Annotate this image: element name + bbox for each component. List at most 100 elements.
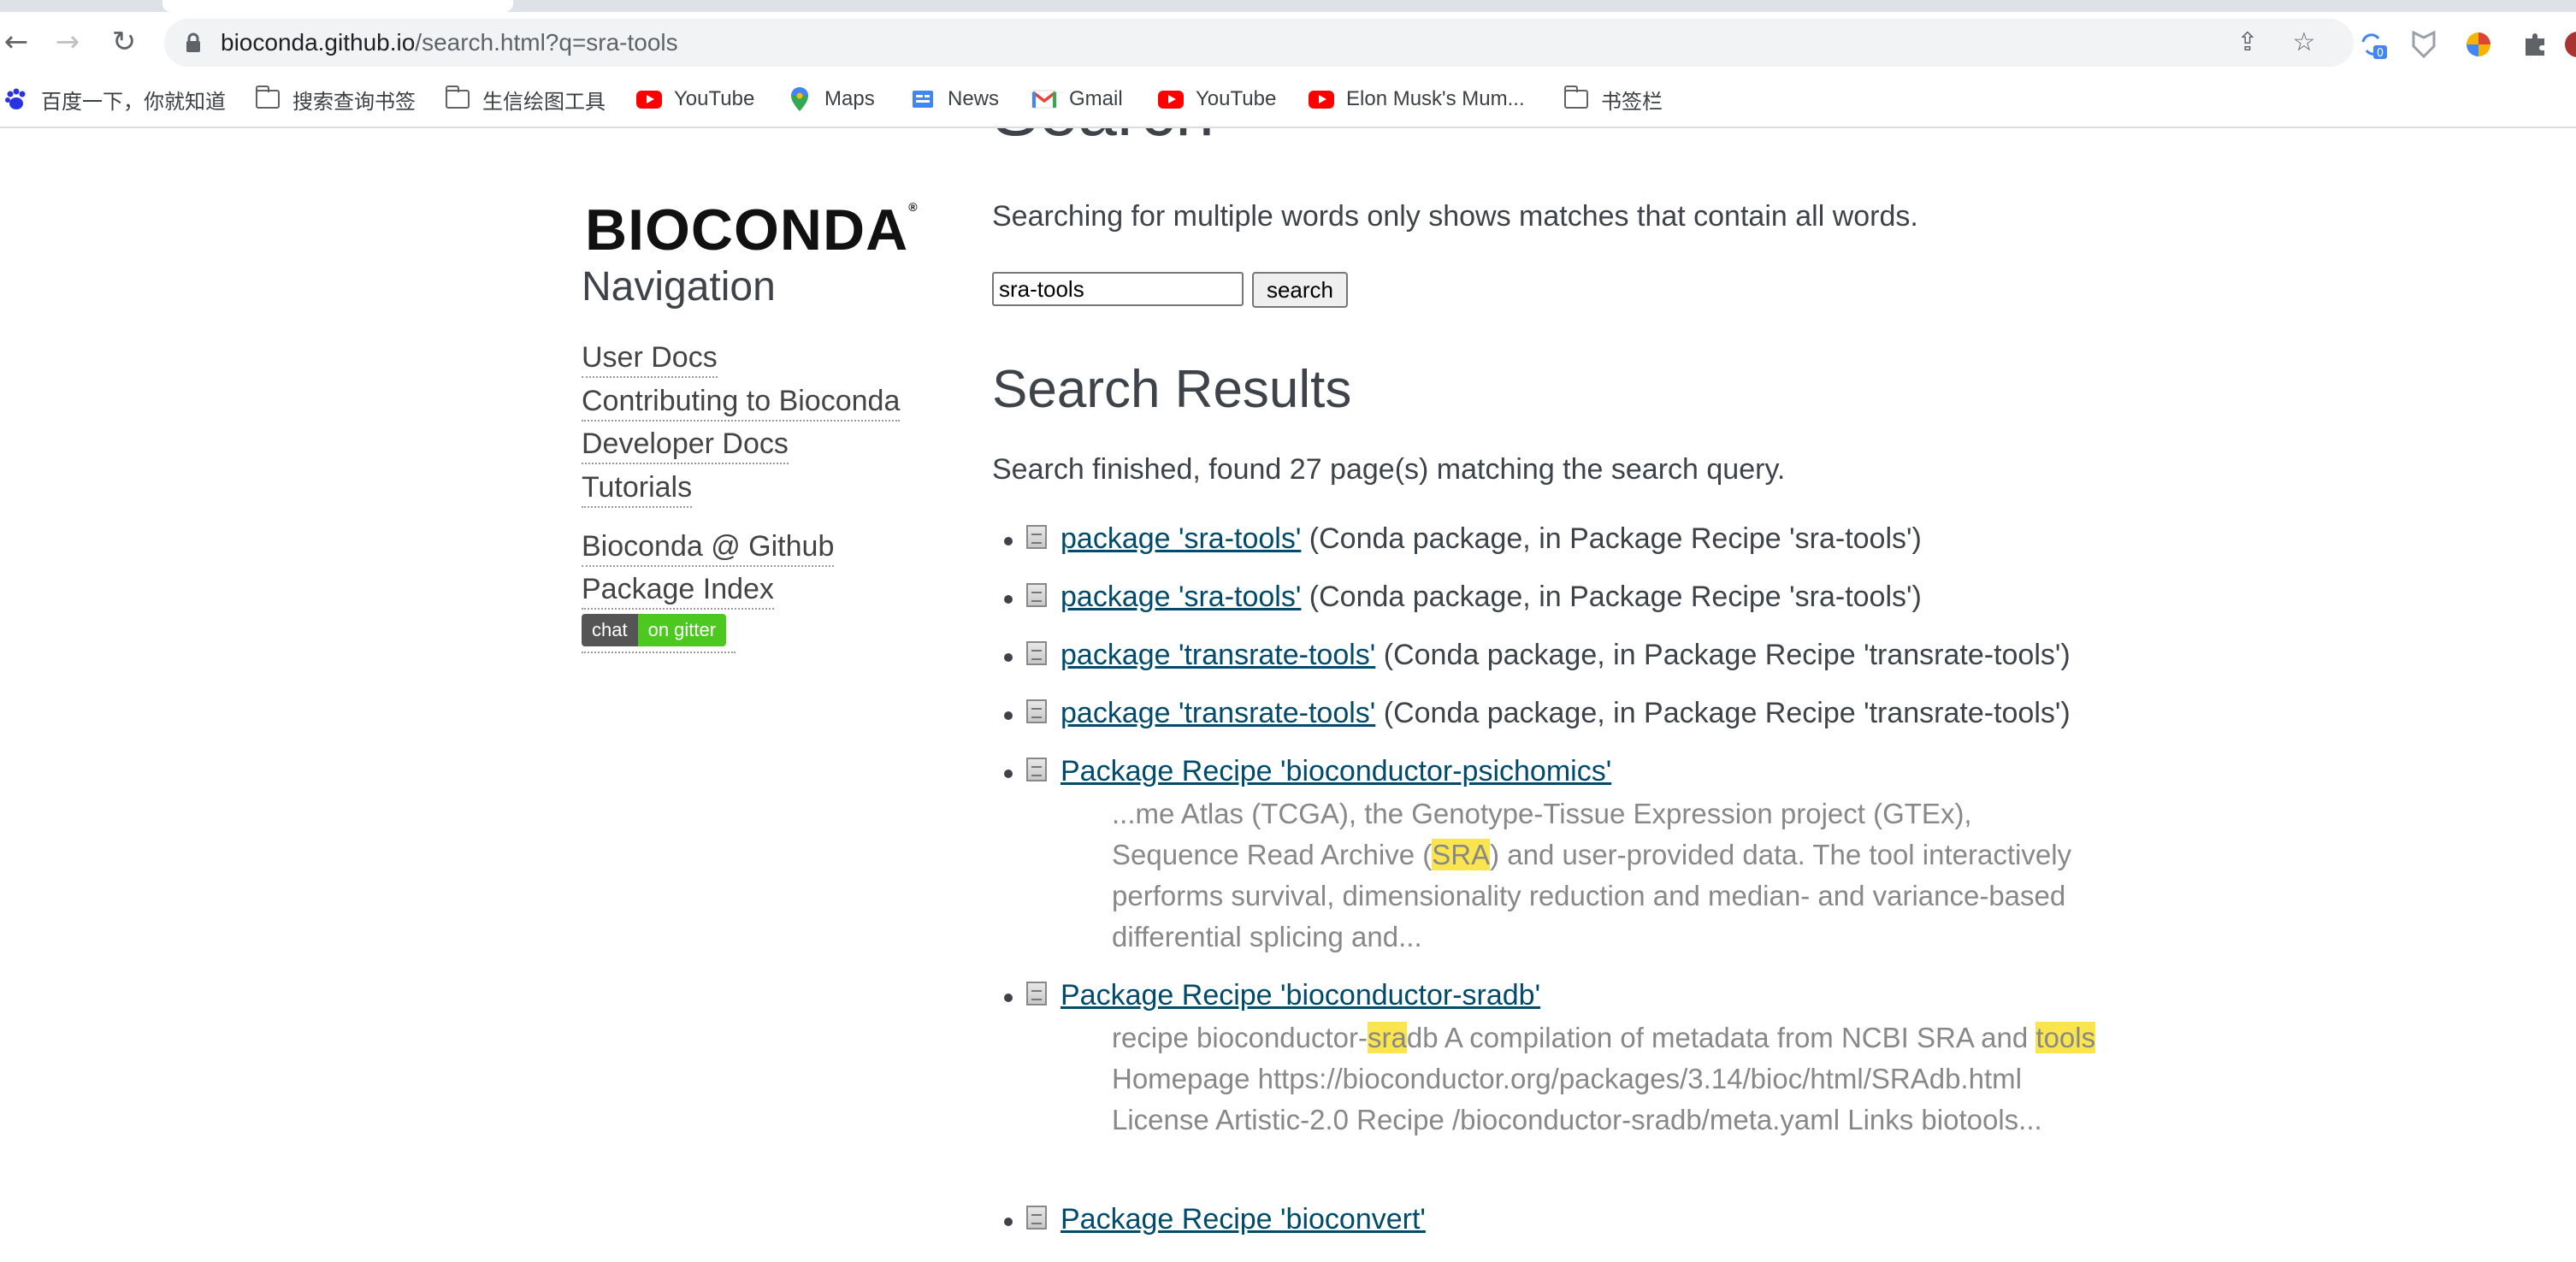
- page-content: BIOCONDA® Navigation User Docs Contribut…: [0, 128, 2576, 1262]
- forward-arrow-icon[interactable]: →: [48, 22, 87, 62]
- bookmark-label: News: [948, 87, 1000, 110]
- list-bullet: [1004, 770, 1013, 778]
- list-bullet: [1004, 653, 1013, 662]
- bookmark-youtube[interactable]: YouTube: [636, 72, 754, 127]
- maps-icon: [787, 86, 812, 112]
- google-news-icon: [910, 86, 936, 112]
- list-bullet: [1004, 994, 1013, 1002]
- sidebar-link-github[interactable]: Bioconda @ Github: [582, 528, 835, 567]
- search-highlight: SRA: [1432, 839, 1491, 870]
- bookmarks-bar: 百度一下，你就知道 搜索查询书签 生信绘图工具 YouTube Maps New…: [0, 72, 2576, 128]
- bioconda-logo[interactable]: BIOCONDA®: [585, 197, 919, 263]
- sidebar-link-developer-docs[interactable]: Developer Docs: [582, 425, 789, 464]
- url-text[interactable]: bioconda.github.io/search.html?q=sra-too…: [221, 19, 678, 67]
- bookmark-label: Elon Musk's Mum...: [1346, 87, 1525, 110]
- lock-icon[interactable]: [185, 32, 202, 53]
- logo-text: BIOCONDA: [585, 198, 909, 262]
- context-text: db A compilation of metadata from NCBI S…: [1406, 1022, 2036, 1053]
- bookmark-elon-musk[interactable]: Elon Musk's Mum...: [1309, 72, 1525, 127]
- sidebar-link-tutorials[interactable]: Tutorials: [582, 469, 693, 508]
- list-bullet: [1004, 595, 1013, 604]
- browser-toolbar: ← → ↻ bioconda.github.io/search.html?q=s…: [0, 12, 2576, 72]
- tab-strip: [0, 0, 2576, 12]
- bookmark-news[interactable]: News: [910, 72, 999, 127]
- folder-icon: [1563, 86, 1589, 112]
- extension-badge-count: 0: [2377, 47, 2384, 59]
- colorful-extension-icon[interactable]: [2463, 29, 2494, 60]
- sidebar-link-contributing[interactable]: Contributing to Bioconda: [582, 382, 901, 422]
- url-host: bioconda.github.io: [221, 29, 416, 56]
- file-icon: [1026, 699, 1047, 723]
- folder-icon: [445, 86, 470, 112]
- bookmark-label: YouTube: [674, 87, 755, 110]
- sidebar-link-user-docs[interactable]: User Docs: [582, 339, 718, 378]
- bookmark-label: Maps: [824, 87, 875, 110]
- baidu-paw-icon: [3, 86, 29, 112]
- reload-icon[interactable]: ↻: [104, 22, 144, 62]
- bookmark-label: 百度一下，你就知道: [41, 90, 226, 114]
- bookmark-label: YouTube: [1196, 87, 1277, 110]
- badge-right-label: on gitter: [637, 614, 727, 646]
- bookmark-gmail[interactable]: Gmail: [1031, 72, 1123, 127]
- puzzle-extensions-icon[interactable]: [2520, 29, 2550, 60]
- result-link[interactable]: Package Recipe 'bioconductor-sradb': [1061, 979, 1540, 1011]
- result-link[interactable]: Package Recipe 'bioconvert': [1061, 1203, 1426, 1235]
- file-icon: [1026, 525, 1047, 549]
- result-meta: (Conda package, in Package Recipe 'sra-t…: [1301, 522, 1922, 555]
- address-bar[interactable]: bioconda.github.io/search.html?q=sra-too…: [164, 19, 2354, 67]
- result-meta: (Conda package, in Package Recipe 'trans…: [1375, 697, 2071, 729]
- profile-avatar-icon[interactable]: [2562, 29, 2576, 60]
- sidebar-link-package-index[interactable]: Package Index: [582, 570, 774, 610]
- bookmark-folder-bioinfo[interactable]: 生信绘图工具: [445, 72, 606, 127]
- bookmark-maps[interactable]: Maps: [787, 72, 875, 127]
- youtube-icon: [636, 86, 662, 112]
- gitter-chat-badge[interactable]: chat on gitter: [582, 614, 727, 646]
- result-link[interactable]: package 'transrate-tools': [1061, 697, 1375, 729]
- search-highlight: sra: [1368, 1022, 1407, 1053]
- bookmark-label: 生信绘图工具: [482, 90, 606, 114]
- file-icon: [1026, 583, 1047, 607]
- bookmark-label: 书签栏: [1601, 90, 1663, 114]
- result-link[interactable]: package 'sra-tools': [1061, 522, 1301, 555]
- result-link[interactable]: package 'transrate-tools': [1061, 639, 1375, 671]
- gmail-icon: [1031, 86, 1057, 112]
- bookmark-star-icon[interactable]: ☆: [2290, 29, 2318, 56]
- youtube-icon: [1309, 86, 1334, 112]
- file-icon: [1026, 758, 1047, 781]
- url-path: /search.html?q=sra-tools: [415, 29, 678, 56]
- result-context: ...me Atlas (TCGA), the Genotype-Tissue …: [1112, 793, 2104, 958]
- badge-underline: [582, 652, 736, 653]
- bookmark-baidu[interactable]: 百度一下，你就知道: [3, 72, 226, 127]
- bookmark-youtube-2[interactable]: YouTube: [1158, 72, 1276, 127]
- result-context: recipe bioconductor-sradb A compilation …: [1112, 1017, 2104, 1141]
- bookmark-folder-bar[interactable]: 书签栏: [1563, 72, 1663, 127]
- youtube-icon: [1158, 86, 1184, 112]
- bookmark-label: Gmail: [1069, 87, 1123, 110]
- results-summary: Search finished, found 27 page(s) matchi…: [992, 453, 1786, 486]
- result-meta: (Conda package, in Package Recipe 'trans…: [1375, 639, 2071, 671]
- search-highlight: tools: [2035, 1022, 2096, 1053]
- badge-left-label: chat: [582, 614, 638, 646]
- result-link[interactable]: package 'sra-tools': [1061, 581, 1301, 613]
- extension-sync-icon[interactable]: 0: [2357, 29, 2388, 60]
- active-tab[interactable]: [162, 0, 513, 12]
- result-link[interactable]: Package Recipe 'bioconductor-psichomics': [1061, 755, 1611, 787]
- list-bullet: [1004, 1218, 1013, 1226]
- list-bullet: [1004, 711, 1013, 720]
- bookmark-folder-search[interactable]: 搜索查询书签: [255, 72, 416, 127]
- search-input[interactable]: [992, 272, 1244, 306]
- search-button[interactable]: search: [1252, 272, 1348, 308]
- file-icon: [1026, 641, 1047, 665]
- share-icon[interactable]: ⇪: [2234, 29, 2261, 56]
- bookmark-label: 搜索查询书签: [292, 90, 416, 114]
- sidebar-heading: Navigation: [582, 264, 776, 310]
- file-icon: [1026, 1206, 1047, 1230]
- shield-extension-icon[interactable]: [2408, 29, 2439, 60]
- results-heading: Search Results: [992, 360, 1352, 419]
- back-arrow-icon[interactable]: ←: [0, 22, 36, 62]
- list-bullet: [1004, 537, 1013, 545]
- file-icon: [1026, 982, 1047, 1005]
- search-intro: Searching for multiple words only shows …: [992, 200, 1918, 233]
- folder-icon: [255, 86, 281, 112]
- page-title: Search: [992, 128, 1214, 152]
